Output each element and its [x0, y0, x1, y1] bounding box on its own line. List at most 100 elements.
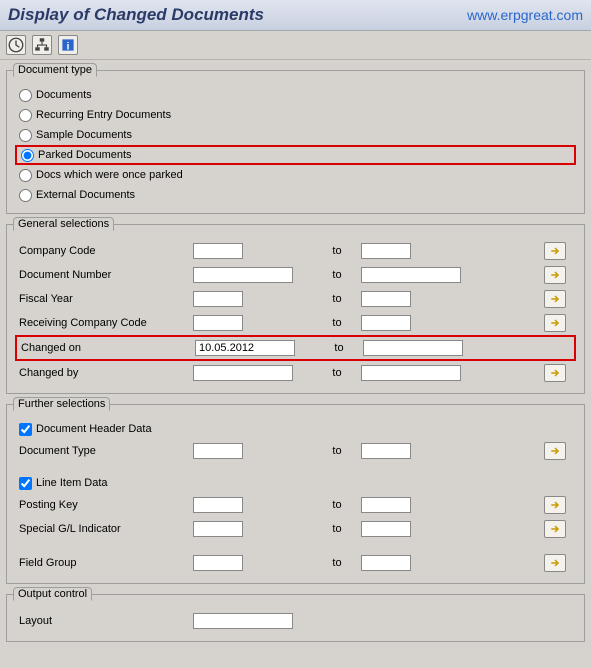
layout-input[interactable] — [193, 613, 293, 629]
special-gl-to[interactable] — [361, 521, 411, 537]
radio-label: External Documents — [36, 189, 135, 201]
checkbox-input[interactable] — [19, 423, 32, 436]
row-document-type: Document Type to — [15, 439, 576, 463]
field-label: Field Group — [19, 557, 189, 569]
fiscal-year-to[interactable] — [361, 291, 411, 307]
radio-input[interactable] — [19, 129, 32, 142]
to-label: to — [317, 293, 357, 305]
row-document-number: Document Number to — [15, 263, 576, 287]
document-type-to[interactable] — [361, 443, 411, 459]
receiving-company-code-to[interactable] — [361, 315, 411, 331]
multi-select-button[interactable] — [544, 520, 566, 538]
field-label: Company Code — [19, 245, 189, 257]
changed-by-from[interactable] — [193, 365, 293, 381]
radio-sample[interactable]: Sample Documents — [15, 125, 576, 145]
to-label: to — [317, 245, 357, 257]
radio-input[interactable] — [21, 149, 34, 162]
field-label: Fiscal Year — [19, 293, 189, 305]
radio-label: Sample Documents — [36, 129, 132, 141]
to-label: to — [317, 367, 357, 379]
multi-select-button[interactable] — [544, 290, 566, 308]
field-label: Special G/L Indicator — [19, 523, 189, 535]
posting-key-from[interactable] — [193, 497, 243, 513]
to-label: to — [319, 342, 359, 354]
row-field-group: Field Group to — [15, 551, 576, 575]
row-posting-key: Posting Key to — [15, 493, 576, 517]
field-label: Receiving Company Code — [19, 317, 189, 329]
changed-by-to[interactable] — [361, 365, 461, 381]
posting-key-to[interactable] — [361, 497, 411, 513]
radio-label: Docs which were once parked — [36, 169, 183, 181]
document-number-from[interactable] — [193, 267, 293, 283]
radio-parked[interactable]: Parked Documents — [15, 145, 576, 165]
section-legend: General selections — [13, 217, 114, 231]
row-changed-on: Changed on to — [15, 335, 576, 361]
company-code-from[interactable] — [193, 243, 243, 259]
field-label: Layout — [19, 615, 189, 627]
field-label: Document Type — [19, 445, 189, 457]
row-fiscal-year: Fiscal Year to — [15, 287, 576, 311]
hierarchy-icon[interactable] — [32, 35, 52, 55]
page-title: Display of Changed Documents — [8, 5, 264, 25]
to-label: to — [317, 499, 357, 511]
row-receiving-company-code: Receiving Company Code to — [15, 311, 576, 335]
titlebar: Display of Changed Documents www.erpgrea… — [0, 0, 591, 31]
radio-label: Documents — [36, 89, 92, 101]
document-type-from[interactable] — [193, 443, 243, 459]
changed-on-from[interactable] — [195, 340, 295, 356]
field-label: Posting Key — [19, 499, 189, 511]
to-label: to — [317, 557, 357, 569]
changed-on-to[interactable] — [363, 340, 463, 356]
radio-input[interactable] — [19, 89, 32, 102]
checkbox-input[interactable] — [19, 477, 32, 490]
check-document-header[interactable]: Document Header Data — [15, 419, 576, 439]
multi-select-button[interactable] — [544, 242, 566, 260]
field-group-to[interactable] — [361, 555, 411, 571]
multi-select-button[interactable] — [544, 496, 566, 514]
clock-icon[interactable] — [6, 35, 26, 55]
multi-select-button[interactable] — [544, 554, 566, 572]
checkbox-label: Line Item Data — [36, 477, 108, 489]
check-line-item[interactable]: Line Item Data — [15, 473, 576, 493]
toolbar: i — [0, 31, 591, 60]
multi-select-button[interactable] — [544, 314, 566, 332]
to-label: to — [317, 269, 357, 281]
section-output-control: Output control Layout — [6, 594, 585, 642]
field-label: Changed on — [21, 342, 191, 354]
multi-select-button[interactable] — [544, 266, 566, 284]
checkbox-label: Document Header Data — [36, 423, 152, 435]
radio-input[interactable] — [19, 189, 32, 202]
radio-input[interactable] — [19, 109, 32, 122]
section-document-type: Document type Documents Recurring Entry … — [6, 70, 585, 214]
multi-select-button[interactable] — [544, 442, 566, 460]
radio-once-parked[interactable]: Docs which were once parked — [15, 165, 576, 185]
svg-text:i: i — [67, 42, 70, 53]
row-special-gl: Special G/L Indicator to — [15, 517, 576, 541]
special-gl-from[interactable] — [193, 521, 243, 537]
section-further-selections: Further selections Document Header Data … — [6, 404, 585, 584]
radio-documents[interactable]: Documents — [15, 85, 576, 105]
radio-external[interactable]: External Documents — [15, 185, 576, 205]
watermark: www.erpgreat.com — [467, 7, 583, 23]
field-label: Document Number — [19, 269, 189, 281]
to-label: to — [317, 523, 357, 535]
radio-label: Parked Documents — [38, 149, 132, 161]
radio-label: Recurring Entry Documents — [36, 109, 171, 121]
info-icon[interactable]: i — [58, 35, 78, 55]
multi-select-button[interactable] — [544, 364, 566, 382]
field-group-from[interactable] — [193, 555, 243, 571]
row-layout: Layout — [15, 609, 576, 633]
field-label: Changed by — [19, 367, 189, 379]
row-changed-by: Changed by to — [15, 361, 576, 385]
row-company-code: Company Code to — [15, 239, 576, 263]
radio-input[interactable] — [19, 169, 32, 182]
receiving-company-code-from[interactable] — [193, 315, 243, 331]
radio-recurring[interactable]: Recurring Entry Documents — [15, 105, 576, 125]
document-number-to[interactable] — [361, 267, 461, 283]
to-label: to — [317, 317, 357, 329]
section-general-selections: General selections Company Code to Docum… — [6, 224, 585, 394]
to-label: to — [317, 445, 357, 457]
fiscal-year-from[interactable] — [193, 291, 243, 307]
company-code-to[interactable] — [361, 243, 411, 259]
section-legend: Document type — [13, 63, 97, 77]
